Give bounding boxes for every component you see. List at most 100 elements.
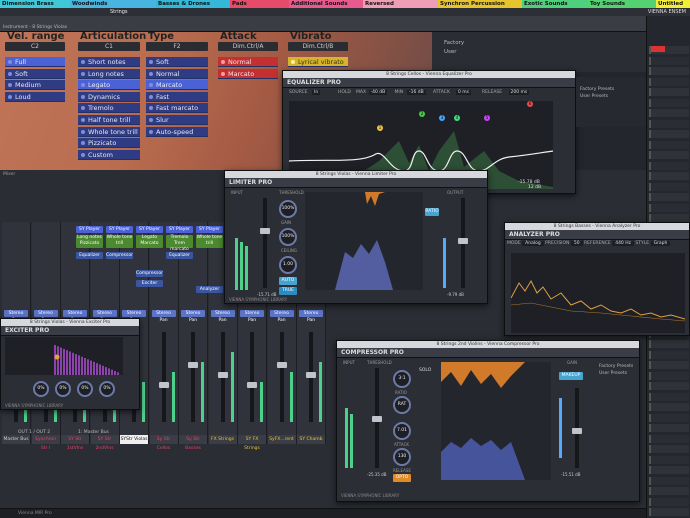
analyzer-precision-value[interactable]: 50 (570, 241, 583, 246)
articulation-item[interactable]: Legato (78, 80, 140, 91)
eq-band-handle[interactable]: 6 (527, 101, 533, 107)
browser-row[interactable] (649, 119, 689, 128)
eq-release-val[interactable]: 200 ms (508, 90, 530, 95)
volume-fader-knob[interactable] (188, 362, 198, 368)
eq-min-val[interactable]: -16 dB (407, 90, 426, 95)
articulation-item[interactable]: Fast (146, 91, 208, 102)
articulation-item[interactable]: Normal (218, 57, 278, 67)
channel-name[interactable]: FX Strings (208, 435, 237, 444)
articulation-item[interactable]: Whole tone trill (78, 126, 140, 137)
category-tab[interactable]: Additional Sounds (289, 0, 363, 8)
articulation-slot[interactable]: Whole tone trill (196, 235, 223, 248)
browser-row[interactable] (649, 172, 689, 180)
browser-row[interactable] (649, 77, 689, 86)
comp-threshold-knob[interactable] (372, 416, 382, 422)
browser-row[interactable] (649, 382, 689, 390)
comp-opto-button[interactable]: OPTO (393, 474, 411, 482)
browser-row[interactable] (649, 214, 689, 222)
comp-preset-factory[interactable]: Factory Presets (599, 364, 633, 369)
articulation-item[interactable]: Normal (146, 68, 208, 79)
browser-row[interactable] (649, 413, 689, 422)
eq-band-handle[interactable]: 4 (454, 115, 460, 121)
stereo-pan[interactable]: Stereo Pan (92, 310, 117, 323)
sy-player-slot[interactable]: SY Player (166, 226, 193, 233)
exciter-knob[interactable]: 0% (99, 381, 115, 397)
channel-name[interactable]: SYStr Violas (120, 435, 148, 444)
browser-row[interactable] (649, 445, 689, 453)
column-select[interactable]: C2 (5, 42, 65, 51)
category-tab[interactable]: Pads (230, 0, 289, 8)
limiter-ceiling-knob[interactable]: 100% (279, 228, 297, 246)
browser-row[interactable] (649, 88, 689, 96)
channel-name[interactable]: Sy Str Cellos (149, 435, 178, 451)
browser-row[interactable] (649, 203, 689, 212)
exciter-knob[interactable]: 0% (33, 381, 49, 397)
limiter-ratio-btn[interactable]: RATIO (425, 208, 439, 216)
eq-band-handle[interactable]: 5 (484, 115, 490, 121)
articulation-item[interactable]: Tremolo (78, 103, 140, 114)
eq-preset-factory[interactable]: Factory Presets (580, 87, 614, 92)
eq-band-handle[interactable]: 2 (419, 111, 425, 117)
comp-ratio-knob[interactable]: 3:1 (393, 370, 411, 388)
analyzer-style-value[interactable]: Graph (650, 241, 671, 246)
category-tab[interactable]: Synchron Percussion (438, 0, 522, 8)
articulation-slot[interactable]: Long notes Pizzicato (76, 235, 103, 248)
eq-attack-val[interactable]: 0 ms (456, 90, 472, 95)
strings-label[interactable]: Strings (110, 9, 128, 15)
sy-player-slot[interactable]: SY Player (106, 226, 133, 233)
browser-row[interactable] (649, 487, 689, 495)
articulation-slot[interactable]: Legato Marcato (136, 235, 163, 248)
eq-preset-user[interactable]: User Presets (580, 94, 608, 99)
articulation-item[interactable]: Marcato (146, 80, 208, 91)
volume-fader-track[interactable] (250, 332, 254, 422)
preset-user[interactable]: User (444, 49, 457, 55)
limiter-threshold-knob[interactable] (260, 228, 270, 234)
eq-band-handle[interactable]: 3 (439, 115, 445, 121)
browser-row[interactable] (649, 392, 689, 401)
stereo-pan[interactable]: Stereo Pan (299, 310, 323, 323)
channel-name[interactable]: SyFX...rent (267, 435, 296, 444)
articulation-item[interactable]: Short notes (78, 57, 140, 67)
channel-name[interactable]: Master Bus (2, 435, 30, 444)
stereo-pan[interactable]: Stereo Pan (210, 310, 235, 323)
comp-makeup-button[interactable]: MAKEUP (559, 372, 583, 380)
articulation-item[interactable]: Fast marcato (146, 103, 208, 114)
comp-knee-knob[interactable]: RAT (393, 396, 411, 414)
comp-output-knob[interactable] (572, 428, 582, 434)
limiter-release-knob[interactable]: 1.00 (279, 256, 297, 274)
volume-fader-knob[interactable] (158, 382, 169, 388)
browser-row[interactable] (649, 109, 689, 117)
articulation-item[interactable]: Custom (78, 149, 140, 160)
articulation-item[interactable]: Medium (5, 80, 65, 91)
volume-fader-knob[interactable] (217, 372, 228, 378)
articulation-item[interactable]: Soft (5, 68, 65, 79)
browser-row[interactable] (649, 56, 689, 65)
limiter-auto-button[interactable]: AUTO (279, 277, 297, 285)
browser-row[interactable] (649, 455, 689, 464)
limiter-true-button[interactable]: TRUE (279, 287, 297, 295)
articulation-item[interactable]: Auto-speed (146, 126, 208, 137)
fx-slot[interactable]: Exciter (136, 280, 163, 287)
browser-row[interactable] (649, 67, 689, 75)
channel-name[interactable]: SY Str 1stVlns (61, 435, 89, 451)
category-tab[interactable]: Untitled (656, 0, 690, 8)
articulation-item[interactable]: Slur (146, 115, 208, 125)
category-tab[interactable]: Reversed (363, 0, 438, 8)
browser-row[interactable] (649, 140, 689, 149)
channel-name[interactable]: Sy Str Basses (179, 435, 207, 451)
stereo-pan[interactable]: Stereo Pan (269, 310, 294, 323)
browser-row[interactable] (649, 161, 689, 170)
eq-max-val[interactable]: -40 dB (368, 90, 388, 95)
fx-slot[interactable]: Equalizer (76, 252, 103, 259)
stereo-pan[interactable]: Stereo Pan (181, 310, 205, 323)
eq-in[interactable]: In (312, 90, 321, 95)
articulation-item[interactable]: Soft (146, 57, 208, 67)
category-tab[interactable]: Toy Sounds (588, 0, 656, 8)
volume-fader-track[interactable] (279, 332, 284, 422)
volume-fader-knob[interactable] (276, 362, 287, 368)
browser-row[interactable] (649, 434, 689, 443)
column-select[interactable]: Dim.Ctrl/A (218, 42, 278, 51)
browser-highlight[interactable] (651, 46, 665, 52)
articulation-item[interactable]: Marcato (218, 68, 278, 79)
eq-band-handle[interactable]: 1 (377, 125, 383, 131)
